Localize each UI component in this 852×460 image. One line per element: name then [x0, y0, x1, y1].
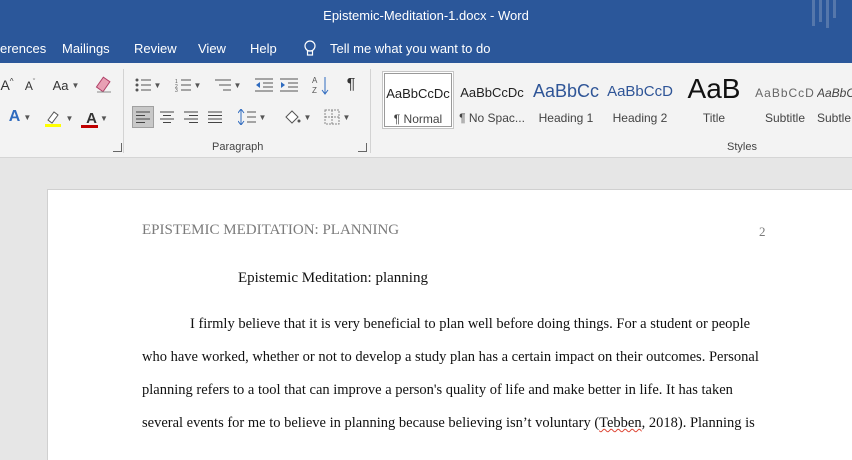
shading-button[interactable]: ▼ — [281, 107, 313, 127]
tell-me-search[interactable]: Tell me what you want to do — [330, 41, 490, 56]
tab-view[interactable]: View — [198, 41, 226, 56]
body-line-4-text: several events for me to believe in plan… — [142, 415, 600, 431]
body-line-2: who have worked, whether or not to devel… — [142, 349, 759, 365]
document-title: Epistemic Meditation: planning — [238, 270, 428, 286]
justify-button[interactable] — [205, 107, 225, 127]
styles-group-label: Styles — [727, 141, 757, 153]
group-separator — [370, 69, 371, 153]
style-heading-2[interactable]: AaBbCcD Heading 2 — [604, 71, 676, 129]
font-color-swatch — [81, 125, 98, 128]
align-left-button[interactable] — [132, 106, 154, 128]
borders-button[interactable]: ▼ — [321, 107, 353, 127]
highlighter-icon — [44, 111, 61, 127]
numbering-button[interactable]: 1 2 3 ▼ — [172, 75, 204, 95]
style-normal[interactable]: AaBbCcDc ¶ Normal — [382, 71, 454, 129]
svg-text:A: A — [312, 76, 318, 85]
style-subtitle[interactable]: AaBbCcD Subtitle — [749, 71, 821, 129]
spelling-error[interactable]: Tebben — [599, 415, 641, 431]
lightbulb-icon — [304, 40, 316, 56]
grow-font-button[interactable]: A ^ — [0, 75, 14, 95]
increase-indent-icon — [280, 78, 298, 92]
multilevel-list-button[interactable]: ▼ — [212, 75, 244, 95]
tab-review[interactable]: Review — [134, 41, 177, 56]
line-spacing-button[interactable]: ▼ — [236, 107, 268, 127]
body-line-3: planning refers to a tool that can impro… — [142, 382, 733, 398]
title-decoration — [812, 0, 836, 28]
style-no-spacing[interactable]: AaBbCcDc ¶ No Spac... — [456, 71, 528, 129]
style-heading-1[interactable]: AaBbCc Heading 1 — [530, 71, 602, 129]
align-left-icon — [136, 111, 150, 123]
document-page[interactable]: EPISTEMIC MEDITATION: PLANNING 2 Epistem… — [47, 189, 852, 460]
svg-text:3: 3 — [175, 88, 178, 92]
style-subtle-emphasis[interactable]: AaBbCcD Subtle — [817, 71, 852, 129]
align-right-button[interactable] — [181, 107, 201, 127]
line-spacing-icon — [237, 109, 256, 125]
text-effects-button[interactable]: A ▼ — [4, 107, 36, 127]
ribbon-tabs: erences Mailings Review View Help Tell m… — [0, 33, 852, 63]
page-number: 2 — [759, 224, 766, 239]
font-dialog-launcher[interactable] — [113, 143, 122, 152]
increase-indent-button[interactable] — [279, 75, 299, 95]
clear-formatting-button[interactable] — [94, 75, 114, 95]
window-title: Epistemic-Meditation-1.docx - Word — [323, 8, 529, 23]
show-formatting-button[interactable]: ¶ — [341, 75, 361, 95]
multilevel-list-icon — [214, 79, 231, 91]
highlight-button[interactable]: ▼ — [42, 107, 74, 129]
svg-text:Z: Z — [312, 86, 317, 95]
style-title[interactable]: AaB Title — [678, 71, 750, 129]
align-center-icon — [160, 111, 174, 123]
decrease-indent-icon — [255, 78, 273, 92]
align-right-icon — [184, 111, 198, 123]
body-line-1: I firmly believe that it is very benefic… — [190, 316, 751, 332]
running-header: EPISTEMIC MEDITATION: PLANNING — [142, 222, 400, 238]
body-line-4: several events for me to believe in plan… — [142, 415, 755, 432]
decrease-indent-button[interactable] — [254, 75, 274, 95]
tab-references[interactable]: erences — [0, 41, 46, 56]
align-center-button[interactable] — [157, 107, 177, 127]
tab-help[interactable]: Help — [250, 41, 277, 56]
document-area: EPISTEMIC MEDITATION: PLANNING 2 Epistem… — [0, 158, 852, 460]
borders-icon — [324, 109, 340, 125]
change-case-button[interactable]: Aa ▼ — [51, 75, 81, 95]
sort-icon: AZ — [312, 76, 329, 95]
paint-bucket-icon — [284, 110, 301, 124]
title-bar: Epistemic-Meditation-1.docx - Word — [0, 0, 852, 33]
body-line-4-end: , 2018). Planning is — [641, 415, 755, 431]
tab-mailings[interactable]: Mailings — [62, 41, 110, 56]
paragraph-group-label: Paragraph — [212, 141, 264, 153]
bullets-icon — [135, 78, 151, 92]
justify-icon — [208, 111, 222, 123]
styles-gallery: AaBbCcDc ¶ Normal AaBbCcDc ¶ No Spac... … — [379, 68, 852, 130]
paragraph-dialog-launcher[interactable] — [358, 143, 367, 152]
group-separator — [123, 69, 124, 153]
sort-button[interactable]: AZ — [311, 73, 331, 97]
numbering-icon: 123 — [175, 79, 191, 92]
bullets-button[interactable]: ▼ — [133, 75, 163, 95]
shrink-font-button[interactable]: Aˇ — [22, 77, 38, 95]
eraser-icon — [95, 76, 111, 93]
ribbon: A ^ Aˇ Aa ▼ A ▼ ▼ A ▼ ▼ 1 2 3 ▼ ▼ AZ ¶ ▼… — [0, 63, 852, 158]
